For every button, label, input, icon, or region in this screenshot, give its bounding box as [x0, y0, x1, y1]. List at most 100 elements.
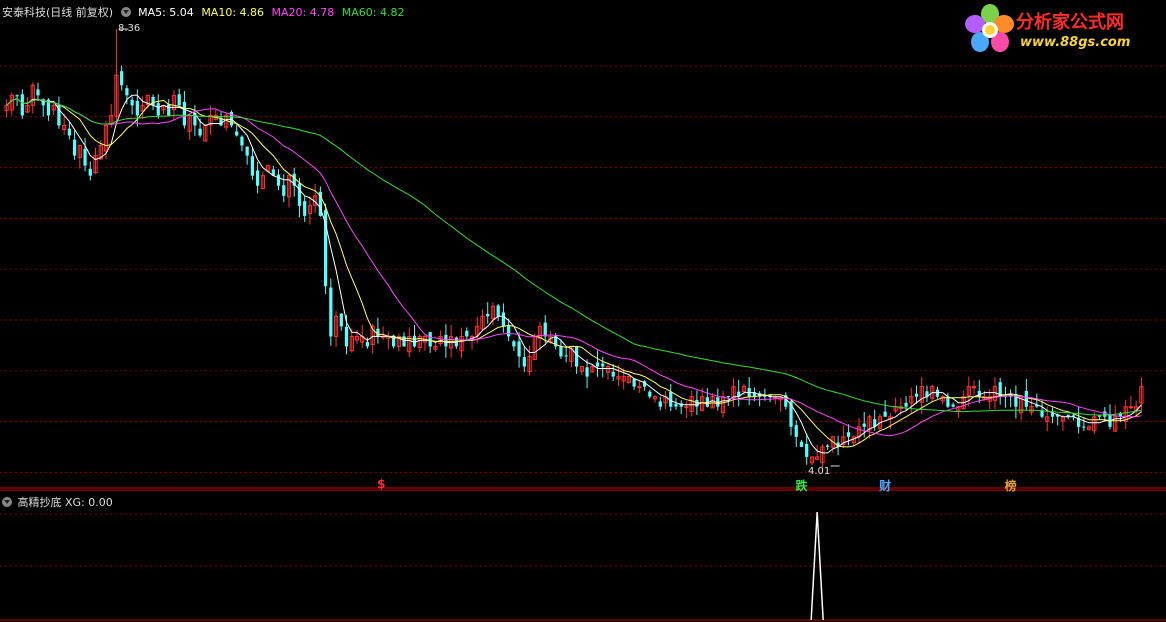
candle-body [486, 313, 490, 317]
candle-body [1097, 415, 1102, 417]
candle-body [726, 396, 730, 398]
candle-body [182, 101, 187, 126]
candle-body [1103, 411, 1107, 417]
candle-body [501, 312, 506, 327]
candle-body [826, 445, 830, 447]
ma10-label: MA10: 4.86 [201, 6, 265, 19]
candle-body [130, 99, 134, 106]
candle-body [648, 391, 652, 397]
candle-body [543, 322, 547, 337]
low-price-label: 4.01 [808, 466, 831, 477]
candle-body [235, 131, 239, 136]
candle-body [135, 101, 139, 116]
candle-body [376, 328, 380, 337]
ma60-line [6, 98, 1142, 416]
candle-body [67, 128, 71, 136]
candle-body [177, 94, 181, 106]
signal-marker: $ [377, 477, 386, 491]
candle-body [904, 402, 908, 407]
ma5-label: MA5: 5.04 [138, 6, 194, 19]
ma20-label: MA20: 4.78 [271, 6, 335, 19]
candle-body [574, 346, 579, 367]
candle-body [559, 346, 563, 357]
candle-body [297, 183, 302, 206]
candle-body [658, 401, 662, 407]
candle-body [151, 97, 155, 106]
sub-header: 高精抄底 XG: 0.00 [2, 494, 113, 510]
candle-body [120, 71, 124, 86]
candle-body [276, 174, 281, 186]
candle-body [36, 89, 40, 96]
collapse-icon[interactable] [2, 497, 12, 507]
candle-body [883, 411, 887, 417]
ma60-label: MA60: 4.82 [341, 6, 405, 19]
candle-body [935, 389, 940, 397]
candle-body [946, 396, 950, 407]
kline-chart[interactable] [0, 0, 1166, 622]
candle-body [15, 95, 19, 97]
candle-body [444, 334, 448, 347]
candle-body [240, 136, 244, 146]
signal-marker: 财 [879, 479, 892, 493]
signal-marker: 榜 [1004, 479, 1017, 493]
candle-body [20, 94, 24, 116]
xg-label: XG: 0.00 [65, 496, 113, 509]
candle-body [799, 441, 804, 447]
candle-body [282, 185, 286, 196]
ma10-line [6, 98, 1142, 448]
candle-body [512, 341, 516, 347]
candle-body [522, 357, 526, 367]
candle-body [245, 146, 249, 156]
candle-body [250, 156, 255, 176]
site-logo: 分析家公式网 www.88gs.com [962, 2, 1160, 56]
candle-body [365, 342, 370, 347]
candle-body [611, 371, 615, 377]
candle-body [674, 403, 678, 407]
candle-body [412, 335, 417, 347]
candle-body [805, 443, 809, 457]
candle-body [1128, 406, 1134, 409]
ma20-line [6, 98, 1142, 437]
flower-icon [965, 4, 1014, 52]
candle-body [601, 363, 605, 367]
candle-body [329, 287, 333, 337]
candle-body [125, 88, 129, 96]
candle-body [585, 367, 589, 377]
ma5-line [6, 94, 1142, 454]
candle-body [1082, 426, 1086, 428]
signal-marker: 跌 [795, 479, 808, 493]
candle-body [465, 330, 469, 337]
candle-body [303, 201, 307, 216]
indicator-name: 高精抄底 [17, 496, 62, 509]
candle-body [862, 423, 866, 427]
candle-body [794, 425, 798, 437]
candle-body [88, 168, 92, 176]
candle-body [256, 170, 260, 186]
candle-body [496, 305, 500, 317]
logo-url: www.88gs.com [1020, 35, 1131, 50]
candle-body [684, 406, 689, 409]
collapse-icon[interactable] [120, 7, 131, 17]
high-price-label: 8.36 [118, 23, 141, 34]
candle-body [1024, 390, 1028, 407]
candle-body [83, 148, 87, 166]
main-header: 安泰科技(日线 前复权) MA5: 5.04 MA10: 4.86 MA20: … [2, 4, 408, 20]
candle-body [428, 332, 432, 347]
candle-body [156, 103, 160, 116]
logo-title: 分析家公式网 [1016, 12, 1124, 33]
candle-body [339, 313, 343, 327]
candle-body [517, 341, 521, 357]
candle-body [507, 326, 511, 337]
candle-body [167, 104, 171, 116]
candle-body [198, 128, 202, 136]
candle-body [72, 139, 77, 156]
stock-title: 安泰科技(日线 前复权) [2, 6, 114, 19]
candle-body [846, 432, 851, 437]
candle-body [914, 393, 919, 397]
candle-body [632, 378, 636, 387]
candle-body [595, 362, 600, 367]
candle-body [344, 326, 349, 347]
candle-body [695, 399, 699, 407]
candle-body [951, 404, 955, 407]
candle-body [637, 386, 642, 389]
